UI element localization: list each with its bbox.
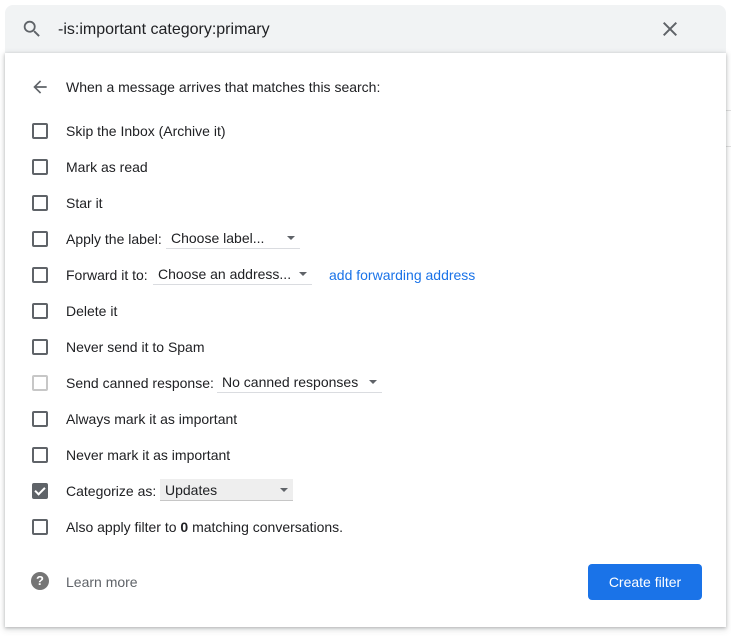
also-apply-prefix: Also apply filter to	[66, 519, 181, 535]
option-apply-label: Apply the label: Choose label...	[5, 227, 726, 251]
dropdown-arrow-icon	[369, 380, 377, 384]
forward-address-value: Choose an address...	[158, 266, 292, 282]
option-label: Never mark it as important	[66, 447, 231, 463]
category-select[interactable]: Updates	[160, 479, 293, 501]
search-icon[interactable]	[21, 18, 43, 40]
option-label: Apply the label:	[66, 231, 162, 247]
dropdown-arrow-icon	[287, 236, 295, 240]
label-select-value: Choose label...	[171, 230, 265, 246]
panel-header: When a message arrives that matches this…	[5, 75, 726, 97]
learn-more-link[interactable]: Learn more	[66, 573, 138, 591]
category-select-value: Updates	[165, 482, 218, 498]
panel-header-text: When a message arrives that matches this…	[66, 79, 381, 95]
checkbox-categorize[interactable]	[32, 483, 48, 499]
option-label: Skip the Inbox (Archive it)	[66, 123, 226, 139]
option-star: Star it	[5, 191, 726, 215]
option-label: Star it	[66, 195, 103, 211]
arrow-back-icon[interactable]	[30, 77, 50, 97]
canned-response-value: No canned responses	[222, 374, 359, 390]
option-label: Never send it to Spam	[66, 339, 205, 355]
add-forwarding-address-link[interactable]: add forwarding address	[329, 266, 475, 284]
checkbox-forward[interactable]	[32, 267, 48, 283]
dropdown-arrow-icon	[299, 272, 307, 276]
checkbox-star[interactable]	[32, 195, 48, 211]
search-bar: -is:important category:primary	[5, 5, 726, 53]
filter-panel: When a message arrives that matches this…	[5, 53, 726, 627]
checkbox-never-important[interactable]	[32, 447, 48, 463]
option-skip-inbox: Skip the Inbox (Archive it)	[5, 119, 726, 143]
option-never-spam: Never send it to Spam	[5, 335, 726, 359]
option-delete: Delete it	[5, 299, 726, 323]
checkbox-apply-label[interactable]	[32, 231, 48, 247]
canned-response-select[interactable]: No canned responses	[217, 371, 382, 393]
option-label: Send canned response:	[66, 375, 214, 391]
checkbox-never-spam[interactable]	[32, 339, 48, 355]
option-canned-response: Send canned response: No canned response…	[5, 371, 726, 395]
option-label: Also apply filter to 0 matching conversa…	[66, 518, 343, 536]
search-input[interactable]: -is:important category:primary	[58, 20, 270, 40]
also-apply-suffix: matching conversations.	[188, 519, 344, 535]
checkbox-canned-response[interactable]	[32, 375, 48, 391]
option-also-apply: Also apply filter to 0 matching conversa…	[5, 515, 726, 539]
label-select[interactable]: Choose label...	[166, 227, 300, 249]
checkbox-skip-inbox[interactable]	[32, 123, 48, 139]
create-filter-button[interactable]: Create filter	[588, 564, 702, 600]
option-mark-read: Mark as read	[5, 155, 726, 179]
option-label: Delete it	[66, 303, 118, 319]
help-icon[interactable]: ?	[31, 572, 49, 590]
option-always-important: Always mark it as important	[5, 407, 726, 431]
checkbox-delete[interactable]	[32, 303, 48, 319]
forward-address-select[interactable]: Choose an address...	[153, 263, 312, 285]
dropdown-arrow-icon	[280, 488, 288, 492]
option-label: Always mark it as important	[66, 411, 238, 427]
option-categorize: Categorize as: Updates	[5, 479, 726, 503]
option-label: Forward it to:	[66, 267, 148, 283]
checkbox-always-important[interactable]	[32, 411, 48, 427]
option-never-important: Never mark it as important	[5, 443, 726, 467]
checkbox-mark-read[interactable]	[32, 159, 48, 175]
option-label: Mark as read	[66, 159, 148, 175]
close-icon[interactable]	[658, 17, 682, 41]
option-label: Categorize as:	[66, 483, 157, 499]
checkbox-also-apply[interactable]	[32, 519, 48, 535]
option-forward: Forward it to: Choose an address... add …	[5, 263, 726, 287]
